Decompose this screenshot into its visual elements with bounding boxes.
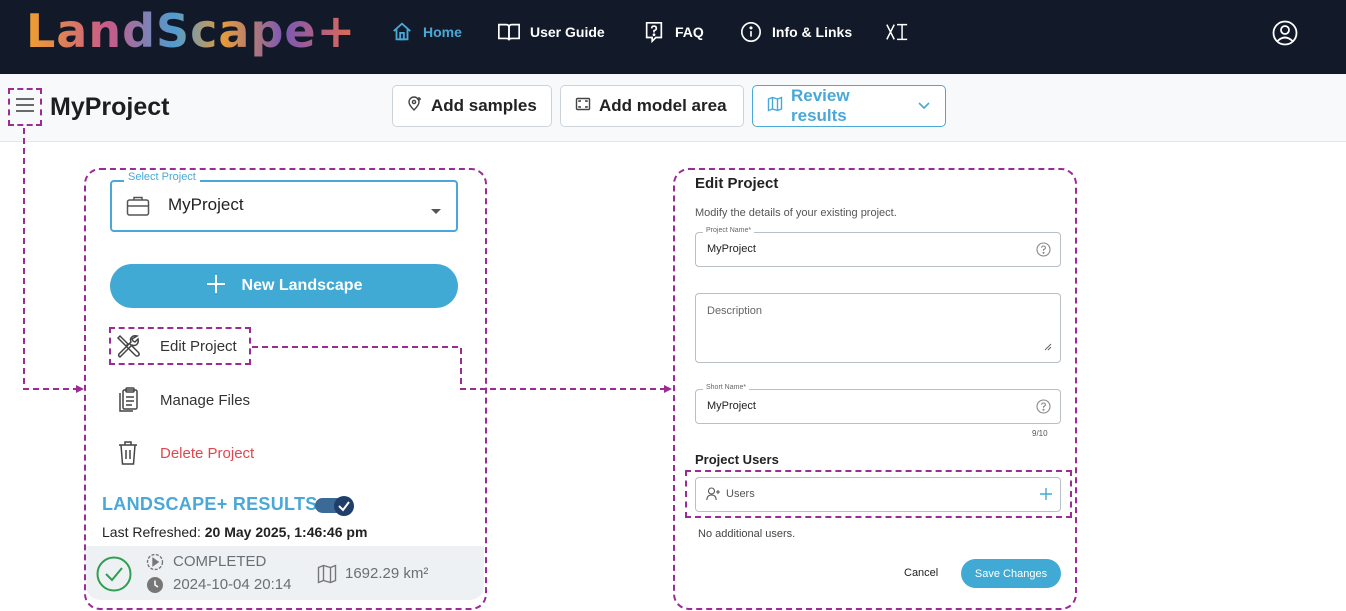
- plus-icon: [206, 274, 226, 299]
- short-name-value: MyProject: [707, 400, 756, 412]
- results-section-title: LANDSCAPE+ RESULTS: [102, 494, 318, 514]
- cancel-button[interactable]: Cancel: [904, 567, 938, 579]
- help-circle-icon[interactable]: [1036, 399, 1051, 414]
- clipboard-icon: [114, 386, 142, 414]
- select-project-label: Select Project: [124, 171, 200, 183]
- selected-project-value: MyProject: [168, 195, 244, 214]
- delete-project-label: Delete Project: [160, 444, 255, 462]
- tools-icon: [114, 332, 142, 360]
- help-circle-icon[interactable]: [1036, 242, 1051, 257]
- project-name-value: MyProject: [707, 243, 756, 255]
- status-text: COMPLETED: [173, 553, 267, 570]
- add-user-icon: [706, 487, 721, 506]
- manage-files-label: Manage Files: [160, 391, 251, 409]
- plus-icon[interactable]: [1039, 487, 1053, 506]
- project-users-title: Project Users: [695, 452, 779, 467]
- last-refreshed-value: 20 May 2025, 1:46:46 pm: [204, 524, 368, 540]
- save-changes-button[interactable]: Save Changes: [961, 559, 1061, 588]
- last-refreshed-label: Last Refreshed:: [102, 524, 201, 540]
- clock-icon: [146, 576, 164, 599]
- check-circle-icon: [96, 556, 132, 597]
- briefcase-icon: [126, 195, 150, 222]
- play-circle-icon: [146, 553, 164, 576]
- edit-panel-subtitle: Modify the details of your existing proj…: [695, 207, 897, 219]
- edit-project-label: Edit Project: [160, 337, 237, 355]
- select-project-dropdown[interactable]: [110, 180, 458, 232]
- new-landscape-label: New Landscape: [241, 277, 363, 294]
- edit-panel-title: Edit Project: [695, 175, 779, 192]
- resize-handle-icon[interactable]: [1044, 338, 1052, 356]
- description-field[interactable]: [695, 293, 1061, 363]
- edit-project-menu-item[interactable]: Edit Project: [114, 332, 237, 360]
- no-users-text: No additional users.: [698, 528, 796, 540]
- users-placeholder: Users: [726, 488, 755, 500]
- new-landscape-button[interactable]: New Landscape: [110, 264, 458, 308]
- manage-files-menu-item[interactable]: Manage Files: [114, 386, 250, 414]
- area-value: 1692.29 km²: [345, 565, 429, 582]
- description-placeholder: Description: [707, 305, 763, 317]
- project-name-label: Project Name*: [703, 227, 755, 234]
- last-refreshed: Last Refreshed: 20 May 2025, 1:46:46 pm: [102, 524, 367, 540]
- caret-down-icon: [430, 203, 442, 221]
- status-date: 2024-10-04 20:14: [173, 576, 292, 593]
- trash-icon: [114, 439, 142, 467]
- short-name-counter: 9/10: [1032, 429, 1048, 438]
- map-area-icon: [317, 564, 337, 589]
- delete-project-menu-item[interactable]: Delete Project: [114, 439, 254, 467]
- short-name-label: Short Name*: [703, 384, 750, 391]
- results-toggle[interactable]: [315, 495, 355, 516]
